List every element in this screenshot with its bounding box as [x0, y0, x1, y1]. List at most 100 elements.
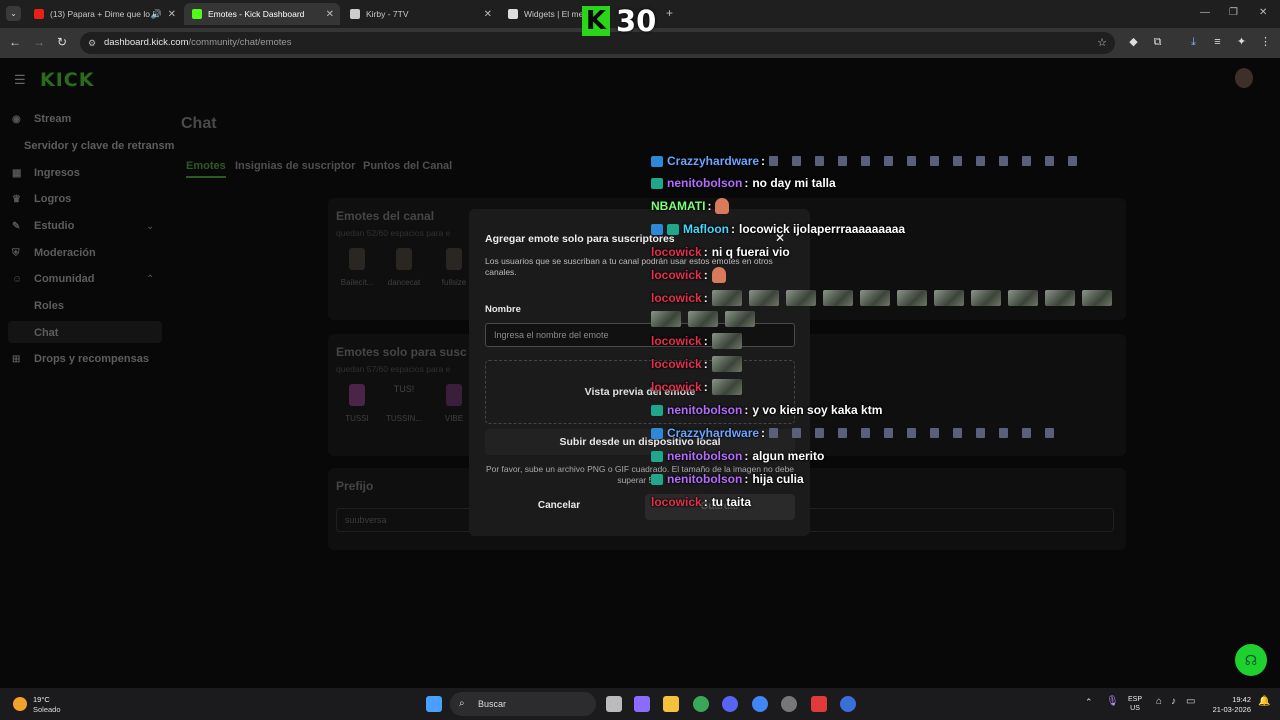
kick-logo[interactable]: KICK [40, 69, 94, 91]
volume-icon[interactable]: ♪ [1171, 696, 1176, 707]
sidebar-item-roles[interactable]: Roles [34, 300, 64, 312]
chat-emote [785, 290, 816, 306]
chat-separator: : [744, 403, 749, 417]
chat-emote [715, 198, 730, 214]
chat-emote [896, 290, 927, 306]
emote-tile[interactable]: TUS! TUSSIN... [381, 384, 427, 423]
chat-username[interactable]: nenitobolson [667, 472, 742, 486]
chrome-alt-icon[interactable] [752, 696, 768, 712]
network-icon[interactable]: ⌂ [1156, 696, 1162, 707]
sidebar-item-logros[interactable]: ♛ Logros [12, 193, 71, 205]
file-explorer-icon[interactable] [663, 696, 679, 712]
close-icon[interactable]: ✕ [168, 9, 176, 20]
chat-username[interactable]: locowick [651, 334, 702, 348]
minimize-icon[interactable]: — [1200, 7, 1210, 18]
app-icon[interactable] [811, 696, 827, 712]
language-indicator[interactable]: ESP US [1128, 695, 1142, 713]
new-tab-button[interactable]: + [666, 6, 673, 20]
chat-separator: : [703, 245, 708, 259]
extension-icon[interactable]: ◆ [1127, 36, 1140, 49]
weather-desc[interactable]: Soleado [33, 705, 61, 714]
emote-tile[interactable]: Bailecit... [334, 248, 380, 287]
site-info-icon[interactable]: ⚙ [88, 32, 96, 54]
sidebar-item-estudio[interactable]: ✎ Estudio [12, 220, 74, 232]
tab-insignias[interactable]: Insignias de suscriptor [235, 160, 355, 172]
chevron-down-icon[interactable]: ⌄ [146, 221, 154, 232]
sidebar-item-ingresos[interactable]: ▦ Ingresos [12, 167, 80, 179]
menu-icon[interactable]: ⋮ [1259, 36, 1272, 49]
gift-icon: ⊞ [12, 353, 21, 365]
chat-username[interactable]: locowick [651, 380, 702, 394]
avatar[interactable] [1235, 68, 1253, 88]
microphone-icon[interactable]: 🎙 [1106, 696, 1119, 707]
weather-temp[interactable]: 19°C [33, 695, 50, 704]
puzzle-icon[interactable]: ⧉ [1151, 36, 1164, 49]
speaker-icon[interactable]: 🔊 [151, 9, 162, 20]
sidebar-item-comunidad[interactable]: ☺ Comunidad [12, 273, 95, 285]
emote-tile[interactable]: dancecat [381, 248, 427, 287]
chat-username[interactable]: nenitobolson [667, 176, 742, 190]
task-view-icon[interactable] [606, 696, 622, 712]
tab-list-icon[interactable]: ≡ [1211, 36, 1224, 49]
sidebar-item-drops[interactable]: ⊞ Drops y recompensas [12, 353, 149, 365]
tab-kick-dashboard[interactable]: Emotes - Kick Dashboard ✕ [184, 3, 340, 25]
windows-start-icon[interactable] [426, 696, 442, 712]
chat-message: locowick: ni q fuerai vio [651, 244, 790, 260]
tab-puntos[interactable]: Puntos del Canal [363, 160, 452, 172]
clock[interactable]: 19:42 21-03-2026 [1204, 695, 1251, 714]
chat-separator: : [731, 222, 735, 236]
chat-username[interactable]: Crazzyhardware [667, 154, 759, 168]
sidebar-item-chat[interactable]: Chat [34, 327, 58, 339]
sidebar-item-moderacion[interactable]: ⛨ Moderación [12, 247, 96, 259]
close-icon[interactable]: ✕ [326, 9, 334, 20]
7tv-icon [350, 9, 360, 19]
emote-tile[interactable]: TUSSI [334, 384, 380, 423]
back-icon[interactable]: ← [9, 35, 21, 49]
chat-username[interactable]: nenitobolson [667, 449, 742, 463]
sun-icon[interactable] [13, 697, 27, 711]
steam-icon[interactable] [840, 696, 856, 712]
chat-username[interactable]: NBAMATI [651, 199, 705, 213]
chat-username[interactable]: locowick [651, 291, 702, 305]
chevron-up-icon[interactable]: ⌃ [146, 274, 154, 285]
chat-username[interactable]: locowick [651, 495, 702, 509]
tab-search-button[interactable]: ⌄ [6, 6, 21, 21]
notification-icon[interactable]: 🔔 [1258, 696, 1270, 707]
maximize-icon[interactable]: ❐ [1229, 7, 1238, 18]
sidebar-item-stream-key[interactable]: Servidor y clave de retransm [24, 140, 174, 152]
tab-title: (13) Papara + Dime que lo [50, 9, 150, 19]
tab-underline [186, 176, 226, 178]
close-window-icon[interactable]: ✕ [1259, 7, 1267, 18]
sidebar-item-stream[interactable]: ◉ Stream [12, 113, 71, 125]
chat-username[interactable]: Crazzyhardware [667, 426, 759, 440]
support-chat-button[interactable]: ☊ [1235, 644, 1267, 676]
download-icon[interactable]: ⤓ [1187, 36, 1200, 49]
chat-username[interactable]: Mafloon [683, 222, 729, 236]
chat-message: NBAMATI: [651, 198, 730, 214]
hamburger-icon[interactable]: ☰ [14, 72, 26, 88]
tab-7tv[interactable]: Kirby - 7TV ✕ [342, 3, 498, 25]
profile-icon[interactable]: ✦ [1235, 36, 1248, 49]
chat-username[interactable]: locowick [651, 268, 702, 282]
copilot-icon[interactable] [634, 696, 650, 712]
tab-emotes[interactable]: Emotes [186, 160, 226, 172]
chat-emote [907, 156, 917, 166]
taskbar-search[interactable]: ⌕ Buscar [450, 692, 596, 716]
chat-emote [999, 156, 1009, 166]
chrome-icon[interactable] [693, 696, 709, 712]
chat-username[interactable]: nenitobolson [667, 403, 742, 417]
tab-youtube[interactable]: (13) Papara + Dime que lo 🔊 ✕ [26, 3, 182, 25]
bookmark-star-icon[interactable]: ☆ [1097, 32, 1107, 54]
reload-icon[interactable]: ↻ [57, 35, 67, 49]
chat-separator: : [703, 495, 708, 509]
obs-icon[interactable] [781, 696, 797, 712]
forward-icon[interactable]: → [33, 35, 45, 49]
chat-emote [1081, 290, 1112, 306]
close-icon[interactable]: ✕ [484, 9, 492, 20]
cancel-button[interactable]: Cancelar [509, 500, 609, 514]
chat-username[interactable]: locowick [651, 245, 702, 259]
discord-icon[interactable] [722, 696, 738, 712]
chat-username[interactable]: locowick [651, 357, 702, 371]
chevron-up-icon[interactable]: ⌃ [1085, 697, 1093, 708]
battery-icon[interactable]: ▭ [1186, 696, 1195, 707]
